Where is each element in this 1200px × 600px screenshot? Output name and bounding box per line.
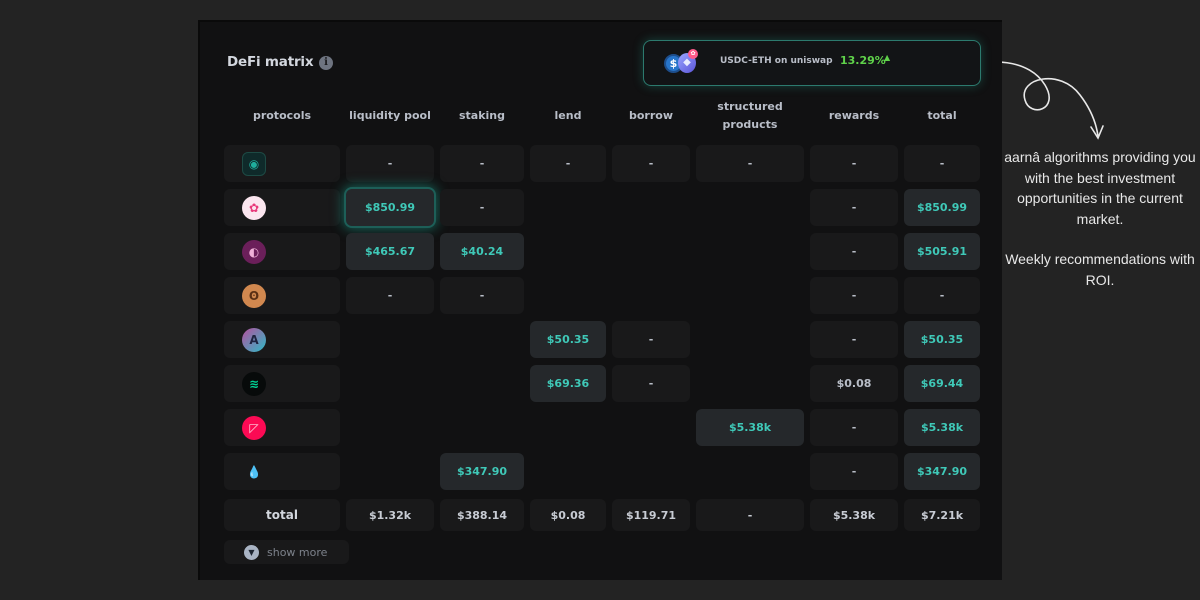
matrix-cell[interactable]: $465.67 xyxy=(346,233,434,270)
column-header-liquidity-pool: liquidity pool xyxy=(349,109,431,122)
matrix-cell[interactable]: $69.36 xyxy=(530,365,606,402)
protocol-cell-lido[interactable]: 💧 xyxy=(224,453,340,490)
annotation-line-2: Weekly recommendations with ROI. xyxy=(1005,251,1195,288)
recommendation-pair: USDC-ETH on uniswap xyxy=(720,56,833,66)
column-header-total: total xyxy=(927,109,957,122)
total-cell-liquidity-pool: $1.32k xyxy=(346,499,434,531)
total-cell-lend: $0.08 xyxy=(530,499,606,531)
matrix-cell: - xyxy=(440,145,524,182)
matrix-cell[interactable]: $69.44 xyxy=(904,365,980,402)
matrix-cell[interactable]: $5.38k xyxy=(696,409,804,446)
column-header-rewards: rewards xyxy=(828,109,880,122)
matrix-cell: - xyxy=(810,321,898,358)
uniswap-icon: ✿ xyxy=(242,195,266,220)
protocol-cell-ribbon[interactable]: ◸ xyxy=(224,409,340,446)
protocol-cell-compound[interactable]: ≋ xyxy=(224,365,340,402)
column-header-structured-products: structured products xyxy=(686,98,814,134)
matrix-cell: - xyxy=(346,145,434,182)
matrix-cell: - xyxy=(696,145,804,182)
matrix-cell: - xyxy=(810,409,898,446)
info-icon[interactable]: i xyxy=(319,56,333,70)
panel-title: DeFi matrix xyxy=(227,54,314,70)
total-cell-rewards: $5.38k xyxy=(810,499,898,531)
annotation-line-1: aarnâ algorithms providing you with the … xyxy=(1004,149,1196,227)
totals-label: total xyxy=(224,499,340,531)
matrix-cell: - xyxy=(612,365,690,402)
pancakeswap-icon: ʘ xyxy=(242,283,266,308)
total-cell-structured-products: - xyxy=(696,499,804,531)
show-more-label: show more xyxy=(267,545,328,559)
column-header-protocols: protocols xyxy=(252,109,312,122)
matrix-cell[interactable]: $505.91 xyxy=(904,233,980,270)
protocol-cell-aave[interactable]: A xyxy=(224,321,340,358)
matrix-cell[interactable]: $347.90 xyxy=(440,453,524,490)
column-header-line: products xyxy=(722,118,778,131)
compound-icon: ≋ xyxy=(242,371,266,396)
lido-icon: 💧 xyxy=(246,464,262,479)
matrix-cell: - xyxy=(810,233,898,270)
protocol-cell-sushiswap[interactable]: ◐ xyxy=(224,233,340,270)
matrix-cell: - xyxy=(904,145,980,182)
matrix-cell[interactable]: $850.99 xyxy=(904,189,980,226)
matrix-cell: - xyxy=(810,189,898,226)
matrix-cell[interactable]: $50.35 xyxy=(530,321,606,358)
matrix-cell[interactable]: $850.99 xyxy=(346,189,434,226)
matrix-cell: - xyxy=(612,321,690,358)
sushiswap-icon: ◐ xyxy=(242,239,266,264)
column-header-line: structured xyxy=(717,100,783,113)
matrix-cell[interactable]: $0.08 xyxy=(810,365,898,402)
total-cell-borrow: $119.71 xyxy=(612,499,690,531)
recommendation-roi: 13.29% xyxy=(840,54,886,67)
matrix-cell: - xyxy=(810,145,898,182)
bancor-icon: ◉ xyxy=(242,151,266,176)
protocol-cell-uniswap[interactable]: ✿ xyxy=(224,189,340,226)
matrix-cell: - xyxy=(440,277,524,314)
matrix-cell[interactable]: $5.38k xyxy=(904,409,980,446)
matrix-cell: - xyxy=(810,277,898,314)
total-cell-staking: $388.14 xyxy=(440,499,524,531)
ribbon-icon: ◸ xyxy=(242,415,266,440)
matrix-cell: - xyxy=(530,145,606,182)
total-cell-total: $7.21k xyxy=(904,499,980,531)
recommendation-card[interactable]: $ ◆ ✿ USDC-ETH on uniswap 13.29% ▲ xyxy=(643,40,981,86)
matrix-cell[interactable]: $50.35 xyxy=(904,321,980,358)
aave-icon: A xyxy=(242,327,266,352)
chevron-down-icon: ▼ xyxy=(244,544,259,560)
annotation-text: aarnâ algorithms providing you with the … xyxy=(1003,147,1197,290)
matrix-cell: - xyxy=(346,277,434,314)
show-more-button[interactable]: ▼ show more xyxy=(224,540,349,564)
matrix-cell[interactable]: $40.24 xyxy=(440,233,524,270)
protocol-cell-pancakeswap[interactable]: ʘ xyxy=(224,277,340,314)
uniswap-icon: ✿ xyxy=(688,49,698,59)
matrix-cell: - xyxy=(612,145,690,182)
column-header-staking: staking xyxy=(458,109,506,122)
caret-up-icon: ▲ xyxy=(884,53,891,62)
matrix-cell: - xyxy=(904,277,980,314)
matrix-cell[interactable]: $347.90 xyxy=(904,453,980,490)
matrix-cell: - xyxy=(810,453,898,490)
defi-matrix-panel: DeFi matrix i $ ◆ ✿ USDC-ETH on uniswap … xyxy=(198,20,1002,580)
protocol-cell-bancor[interactable]: ◉ xyxy=(224,145,340,182)
matrix-cell: - xyxy=(440,189,524,226)
